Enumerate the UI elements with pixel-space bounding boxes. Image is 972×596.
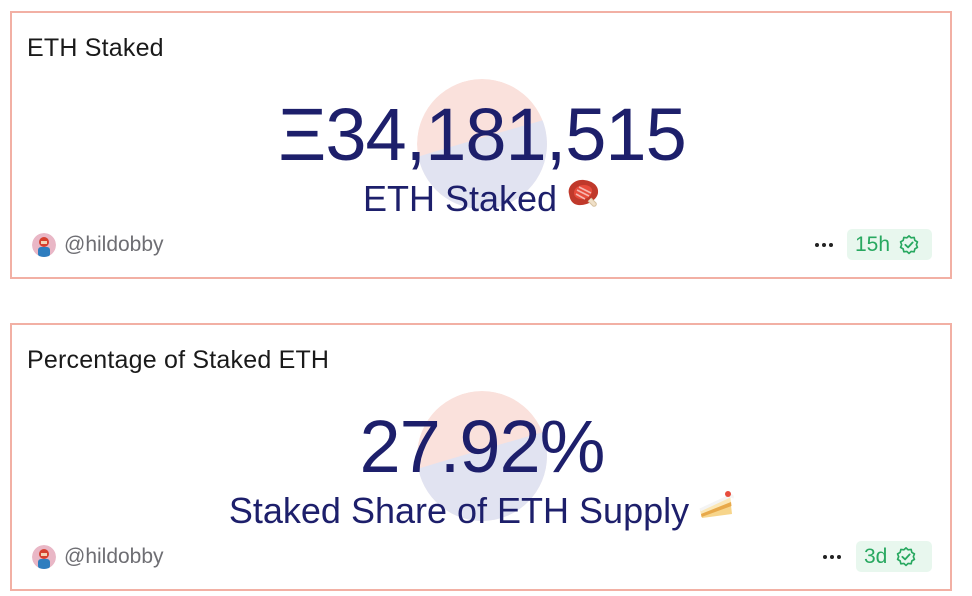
author-link[interactable]: @hildobby bbox=[32, 544, 164, 570]
counter-label-text: Staked Share of ETH Supply bbox=[228, 490, 690, 531]
counter-value: 27.92% bbox=[359, 405, 606, 488]
verified-check-icon bbox=[899, 234, 919, 254]
author-name: @hildobby bbox=[64, 233, 164, 256]
counter-label-text: ETH Staked bbox=[362, 178, 558, 219]
counter-label: Staked Share of ETH Supply bbox=[12, 491, 952, 531]
author-name: @hildobby bbox=[64, 545, 164, 568]
card-title: ETH Staked bbox=[27, 34, 164, 62]
counter-card-eth-staked: ETH Staked Ξ34,181,515 ETH Staked @hildo… bbox=[10, 11, 952, 279]
more-options-button[interactable] bbox=[811, 235, 837, 255]
freshness-age: 3d bbox=[864, 545, 888, 568]
avatar bbox=[32, 233, 56, 257]
freshness-badge[interactable]: 3d bbox=[856, 541, 932, 572]
counter-value: Ξ34,181,515 bbox=[278, 93, 686, 176]
steak-emoji bbox=[565, 176, 601, 218]
counter-card-staked-percentage: Percentage of Staked ETH 27.92% Staked S… bbox=[10, 323, 952, 591]
more-options-button[interactable] bbox=[819, 547, 845, 567]
counter-label: ETH Staked bbox=[12, 179, 952, 219]
freshness-age: 15h bbox=[855, 233, 891, 256]
card-title: Percentage of Staked ETH bbox=[27, 346, 330, 374]
avatar bbox=[32, 545, 56, 569]
more-dots-icon bbox=[814, 243, 835, 247]
cake-emoji bbox=[697, 488, 735, 530]
more-dots-icon bbox=[822, 555, 843, 559]
freshness-badge[interactable]: 15h bbox=[847, 229, 932, 260]
author-link[interactable]: @hildobby bbox=[32, 232, 164, 258]
verified-check-icon bbox=[897, 546, 916, 566]
